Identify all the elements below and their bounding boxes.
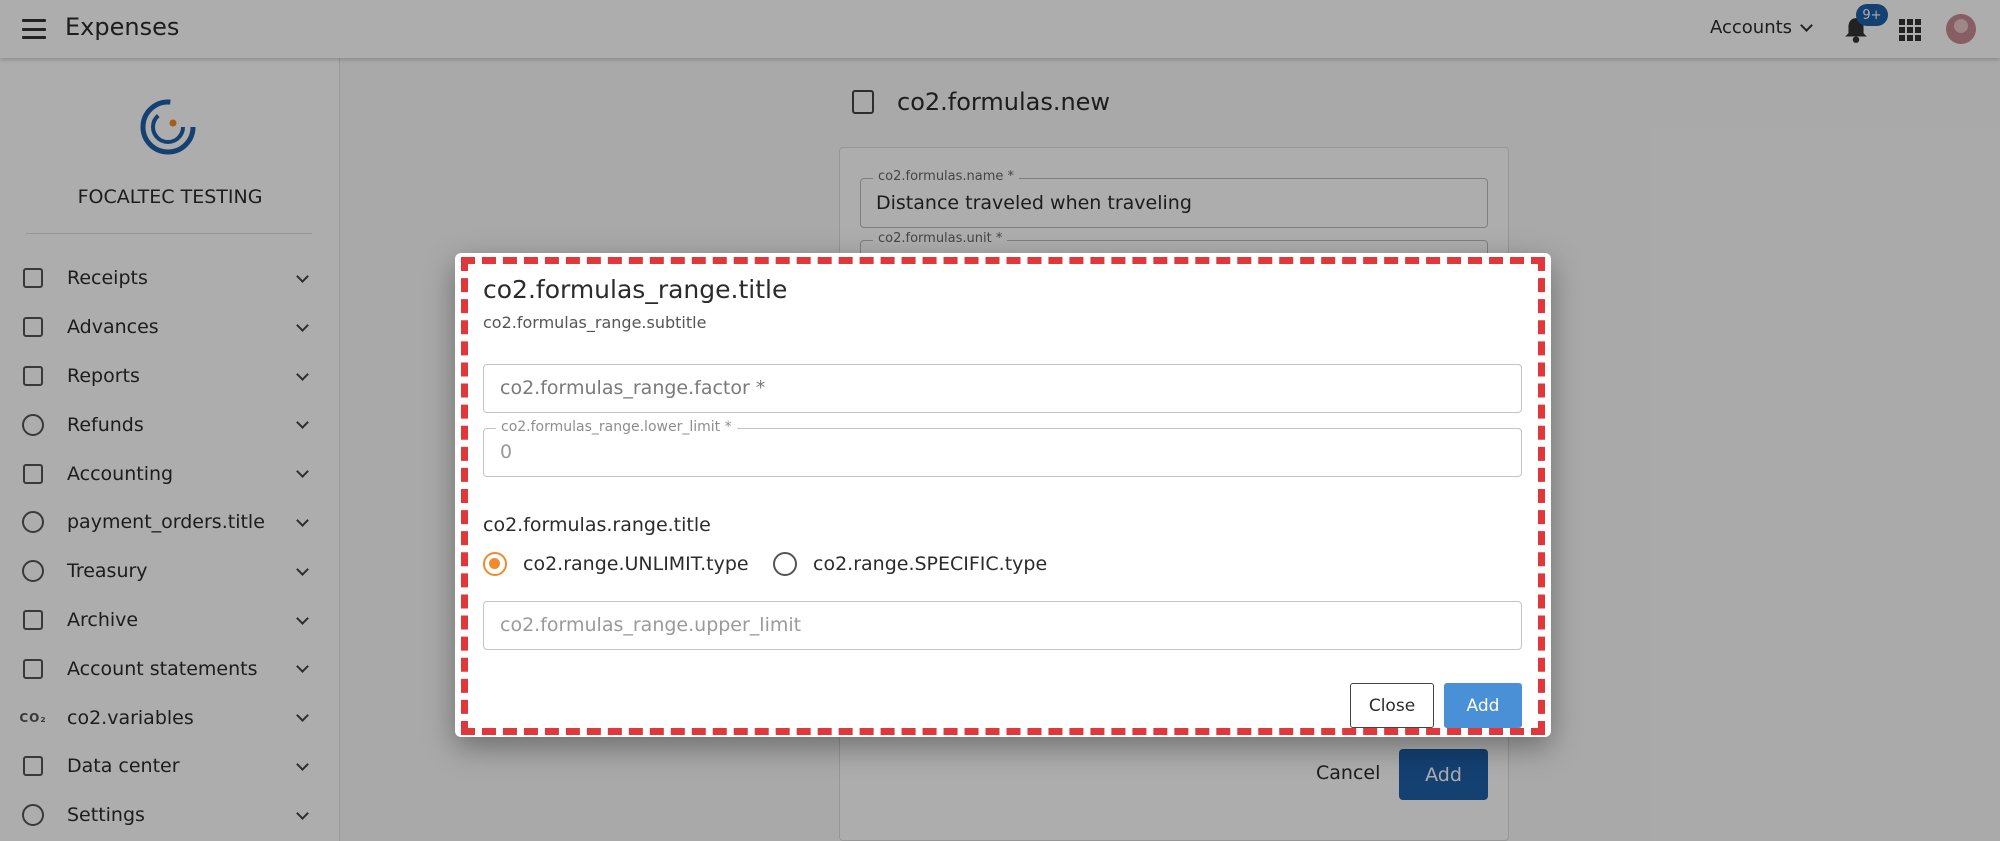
dialog-subtitle: co2.formulas_range.subtitle	[483, 313, 707, 332]
add-button[interactable]: Add	[1444, 683, 1522, 728]
radio-unlimit[interactable]: co2.range.UNLIMIT.type	[483, 552, 749, 576]
factor-input[interactable]: co2.formulas_range.factor *	[483, 364, 1522, 413]
dialog-title: co2.formulas_range.title	[483, 275, 788, 304]
factor-placeholder: co2.formulas_range.factor *	[500, 377, 766, 399]
upper-limit-input[interactable]: co2.formulas_range.upper_limit	[483, 601, 1522, 650]
lower-limit-input[interactable]: co2.formulas_range.lower_limit * 0	[483, 419, 1522, 477]
close-button[interactable]: Close	[1350, 683, 1434, 728]
lower-limit-value: 0	[500, 441, 513, 463]
radio-unlimit-label: co2.range.UNLIMIT.type	[523, 553, 749, 575]
lower-limit-label: co2.formulas_range.lower_limit *	[496, 419, 737, 435]
upper-limit-placeholder: co2.formulas_range.upper_limit	[500, 614, 802, 636]
radio-checked-icon[interactable]	[483, 552, 507, 576]
formula-range-dialog: co2.formulas_range.title co2.formulas_ra…	[455, 253, 1551, 737]
radio-unchecked-icon[interactable]	[773, 552, 797, 576]
radio-specific-label: co2.range.SPECIFIC.type	[813, 553, 1048, 575]
radio-specific[interactable]: co2.range.SPECIFIC.type	[773, 552, 1047, 576]
range-section-title: co2.formulas.range.title	[483, 514, 711, 536]
